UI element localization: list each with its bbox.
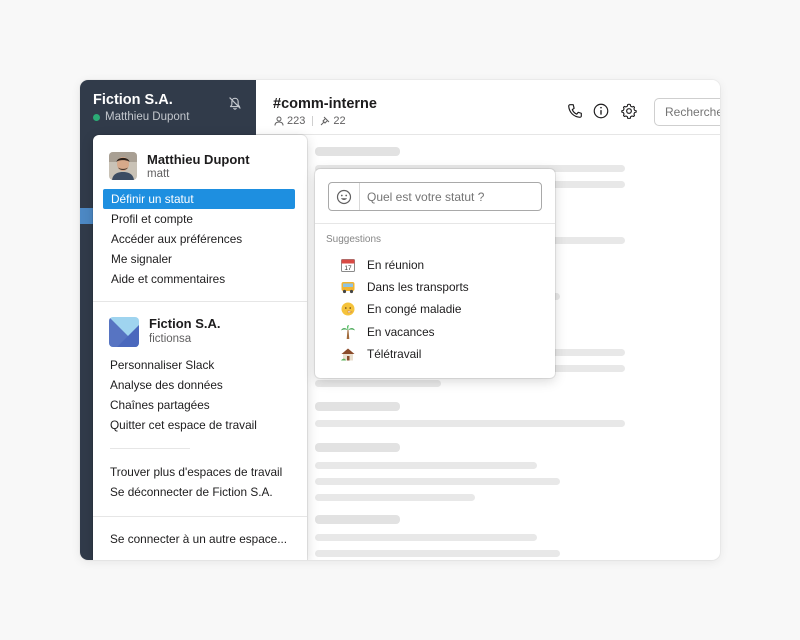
- suggestion-remote[interactable]: Télétravail: [339, 344, 421, 364]
- channel-header: #comm-interne 223 22: [256, 80, 720, 135]
- menu-item-leave-workspace[interactable]: Quitter cet espace de travail: [102, 415, 294, 435]
- suggestion-label: En congé maladie: [367, 302, 462, 316]
- house-icon: [339, 345, 357, 363]
- palm-tree-icon: [339, 323, 357, 341]
- skeleton-line: [315, 534, 537, 541]
- status-input[interactable]: [367, 189, 537, 204]
- info-icon[interactable]: [592, 102, 610, 120]
- presence-dot: [93, 113, 100, 121]
- settings-gear-icon[interactable]: [620, 102, 638, 120]
- avatar: [109, 152, 137, 180]
- members-icon: [274, 116, 284, 126]
- suggestion-label: Dans les transports: [367, 280, 469, 294]
- notifications-off-icon[interactable]: [226, 94, 244, 112]
- popup-divider: [315, 223, 555, 224]
- current-user: Matthieu Dupont: [93, 111, 189, 123]
- user-menu: Matthieu Dupont matt Définir un statut P…: [93, 135, 307, 560]
- menu-item-customize[interactable]: Personnaliser Slack: [102, 355, 294, 375]
- meta-divider: [312, 116, 314, 126]
- menu-item-help[interactable]: Aide et commentaires: [103, 269, 295, 289]
- skeleton-line: [315, 462, 537, 469]
- suggestion-label: En vacances: [367, 325, 435, 339]
- pin-icon: [321, 116, 330, 126]
- emoji-picker-button[interactable]: [329, 183, 360, 210]
- skeleton-line: [315, 478, 560, 485]
- menu-divider: [93, 301, 307, 302]
- suggestion-vacation[interactable]: En vacances: [339, 322, 435, 342]
- skeleton-line: [315, 380, 441, 387]
- bus-icon: [339, 278, 357, 296]
- skeleton-line: [315, 402, 400, 411]
- calendar-icon: 17: [339, 256, 357, 274]
- menu-item-analytics[interactable]: Analyse des données: [102, 375, 294, 395]
- suggestion-commuting[interactable]: Dans les transports: [339, 277, 469, 297]
- app-window: Fiction S.A. Matthieu Dupont #comm-inter…: [80, 80, 720, 560]
- channel-meta: 223 22: [274, 115, 346, 127]
- menu-divider: [110, 448, 190, 449]
- channel-name[interactable]: #comm-interne: [273, 96, 377, 112]
- pinned-count[interactable]: 22: [333, 115, 345, 127]
- suggestion-meeting[interactable]: 17 En réunion: [339, 255, 424, 275]
- search-input[interactable]: [665, 105, 720, 119]
- menu-user-handle: matt: [147, 168, 170, 180]
- skeleton-line: [315, 494, 475, 501]
- skeleton-line: [315, 147, 400, 156]
- status-popup: Suggestions 17 En réunion Dans l: [315, 169, 555, 378]
- skeleton-line: [315, 515, 400, 524]
- menu-item-sign-in-other[interactable]: Se connecter à un autre espace...: [102, 529, 294, 549]
- menu-item-profile[interactable]: Profil et compte: [103, 209, 295, 229]
- menu-workspace-handle: fictionsa: [149, 333, 192, 345]
- menu-user-name: Matthieu Dupont: [147, 152, 250, 167]
- menu-item-shared-channels[interactable]: Chaînes partagées: [102, 395, 294, 415]
- sick-face-icon: [339, 300, 357, 318]
- suggestions-title: Suggestions: [326, 234, 382, 245]
- workspace-logo: [109, 317, 139, 347]
- suggestion-label: Télétravail: [367, 347, 422, 361]
- phone-icon[interactable]: [566, 102, 584, 120]
- member-count[interactable]: 223: [287, 115, 305, 127]
- skeleton-line: [315, 420, 625, 427]
- skeleton-line: [315, 443, 400, 452]
- current-user-name: Matthieu Dupont: [105, 111, 190, 123]
- workspace-name[interactable]: Fiction S.A.: [93, 92, 173, 108]
- menu-item-set-away[interactable]: Me signaler: [103, 249, 295, 269]
- smiley-icon: [336, 189, 352, 204]
- search-box[interactable]: [654, 98, 720, 126]
- menu-item-preferences[interactable]: Accéder aux préférences: [103, 229, 295, 249]
- suggestion-label: En réunion: [367, 258, 425, 272]
- menu-divider: [93, 516, 307, 517]
- menu-item-sign-out[interactable]: Se déconnecter de Fiction S.A.: [102, 482, 294, 502]
- status-field[interactable]: [328, 182, 542, 211]
- skeleton-line: [315, 550, 560, 557]
- menu-item-set-status[interactable]: Définir un statut: [103, 189, 295, 209]
- menu-workspace-name: Fiction S.A.: [149, 316, 221, 331]
- sidebar-selection-marker: [80, 208, 94, 224]
- svg-text:17: 17: [344, 265, 352, 272]
- menu-item-find-workspaces[interactable]: Trouver plus d'espaces de travail: [102, 462, 294, 482]
- suggestion-sick[interactable]: En congé maladie: [339, 299, 461, 319]
